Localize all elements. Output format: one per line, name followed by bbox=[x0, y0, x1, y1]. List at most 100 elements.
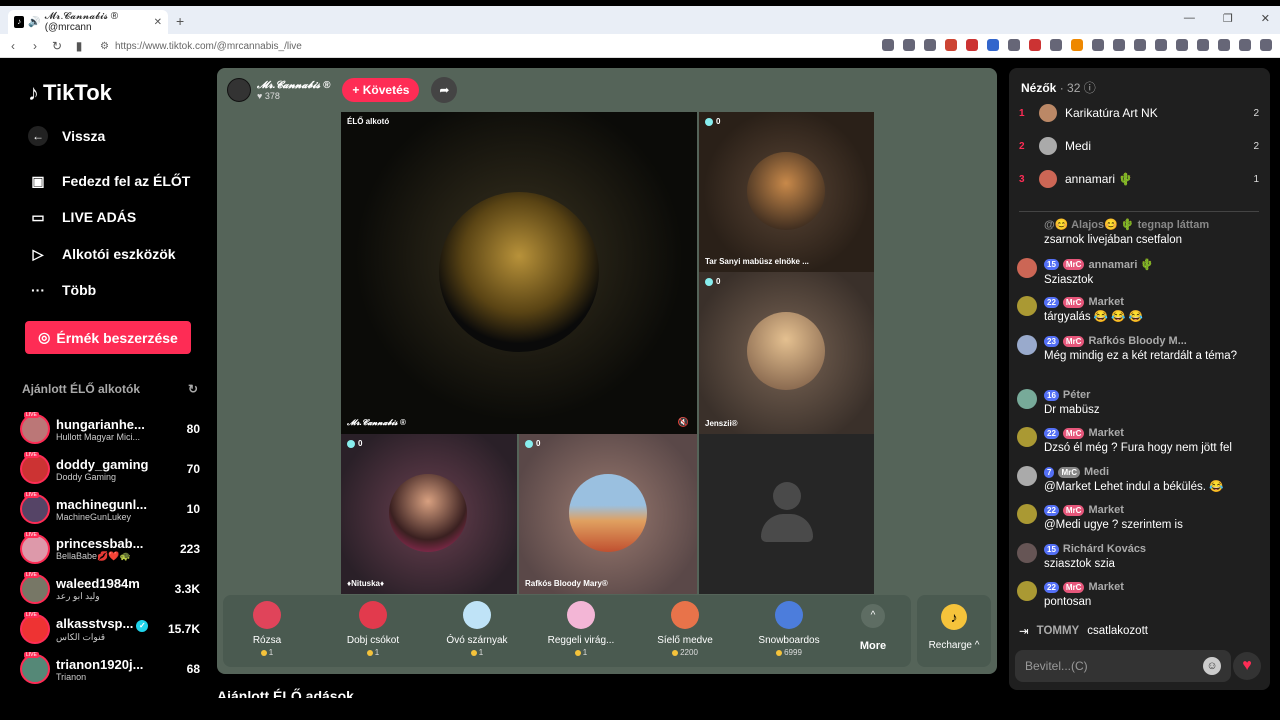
restore-icon[interactable]: ❐ bbox=[1223, 12, 1233, 25]
nav-live-broadcast[interactable]: ▭ LIVE ADÁS bbox=[28, 207, 136, 227]
creator-item[interactable]: LIVE trianon1920j... Trianon 68 bbox=[20, 651, 200, 687]
creator-item[interactable]: LIVE doddy_gaming Doddy Gaming 70 bbox=[20, 451, 200, 487]
minimize-icon[interactable]: — bbox=[1184, 12, 1195, 25]
gift-item[interactable]: Dobj csókot 1 bbox=[321, 601, 425, 657]
nav-explore-live[interactable]: ▣ Fedezd fel az ÉLŐT bbox=[28, 171, 190, 191]
host-name[interactable]: 𝓜𝓻.𝓒𝓪𝓷𝓷𝓪𝓫𝓲𝓼 ® bbox=[257, 80, 330, 91]
guest-video-tile[interactable]: 0 Tar Sanyi mabüsz elnöke ... bbox=[699, 112, 874, 272]
extension-icon[interactable] bbox=[1197, 39, 1209, 51]
gift-item[interactable]: Reggeli virág... 1 bbox=[529, 601, 633, 657]
share-icon[interactable]: ➦ bbox=[431, 77, 458, 103]
site-info-icon[interactable]: ⚙ bbox=[100, 41, 109, 52]
extension-icon[interactable] bbox=[1155, 39, 1167, 51]
chat-message[interactable]: 15 MrC annamari 🌵 Sziasztok bbox=[1017, 258, 1263, 288]
chat-message[interactable]: 22 MrC Market tárgyalás 😂 😂 😂 bbox=[1017, 296, 1263, 325]
extension-icon[interactable] bbox=[1092, 39, 1104, 51]
message-author: Richárd Kovács bbox=[1062, 543, 1147, 555]
creator-item[interactable]: LIVE princessbab... BellaBabe💋❤️🐢 223 bbox=[20, 531, 200, 567]
new-tab-icon[interactable]: + bbox=[176, 13, 184, 29]
menu-icon[interactable] bbox=[1260, 39, 1272, 51]
host-avatar[interactable] bbox=[227, 78, 251, 102]
emoji-icon[interactable]: ☺ bbox=[1203, 657, 1221, 675]
chat-message[interactable]: 15 Richárd Kovács sziasztok szia bbox=[1017, 543, 1263, 572]
forward-icon[interactable]: › bbox=[26, 39, 44, 53]
top-viewer-row[interactable]: 2 Medi 2 bbox=[1019, 135, 1259, 157]
extension-icon[interactable] bbox=[924, 39, 936, 51]
follow-button[interactable]: + Követés bbox=[342, 78, 420, 102]
gift-count-badge: 0 bbox=[705, 117, 720, 126]
gift-item[interactable]: Óvó szárnyak 1 bbox=[425, 601, 529, 657]
tab-close-icon[interactable]: ✕ bbox=[154, 17, 162, 28]
reload-icon[interactable]: ↻ bbox=[48, 39, 66, 53]
avatar bbox=[1039, 170, 1057, 188]
creator-item[interactable]: LIVE machinegunl... MachineGunLukey 10 bbox=[20, 491, 200, 527]
extension-icon[interactable] bbox=[1071, 39, 1083, 51]
tiktok-logo[interactable]: ♪ TikTok bbox=[28, 80, 112, 106]
tab-title: 𝓜𝓻.𝓒𝓪𝓷𝓷𝓪𝓫𝓲𝓼 ® (@mrcann bbox=[44, 11, 119, 33]
like-heart-icon[interactable]: ♥ bbox=[1233, 652, 1261, 680]
joined-text: csatlakozott bbox=[1087, 625, 1148, 637]
extension-icon[interactable] bbox=[882, 39, 894, 51]
chat-message[interactable]: 22 MrC Market @Medi ugye ? szerintem is bbox=[1017, 504, 1263, 533]
chat-message[interactable]: @😊 Alajos😊 🌵 tegnap láttam zsarnok livejá… bbox=[1017, 218, 1263, 248]
chat-panel: Nézők · 32 ⓘ 1 Karikatúra Art NK 2 2 Medi 2 … bbox=[1009, 68, 1270, 690]
back-nav[interactable]: ← Vissza bbox=[28, 126, 105, 146]
extension-icon[interactable] bbox=[987, 39, 999, 51]
extension-icon[interactable] bbox=[1134, 39, 1146, 51]
address-bar[interactable]: ⚙ https://www.tiktok.com/@mrcannabis_/li… bbox=[100, 38, 302, 54]
chat-input[interactable]: Bevitel...(C) ☺ bbox=[1015, 650, 1231, 682]
extension-icon[interactable] bbox=[1239, 39, 1251, 51]
extension-icon[interactable] bbox=[966, 39, 978, 51]
get-coins-button[interactable]: ◎ Érmék beszerzése bbox=[25, 321, 191, 354]
guest-video-tile[interactable]: 0 Jenszii® bbox=[699, 272, 874, 434]
arrow-left-icon: ← bbox=[28, 126, 48, 146]
message-text: @Medi ugye ? szerintem is bbox=[1044, 519, 1183, 531]
creator-item[interactable]: LIVE hungarianhe... Hullott Magyar Mici...… bbox=[20, 411, 200, 447]
chat-message[interactable]: 22 MrC Market pontosan bbox=[1017, 581, 1263, 610]
refresh-icon[interactable]: ↻ bbox=[188, 382, 198, 396]
creator-name: machinegunl... bbox=[56, 496, 148, 512]
extension-icon[interactable] bbox=[1008, 39, 1020, 51]
chat-message[interactable]: 22 MrC Market Dzsó él még ? Fura hogy nem j… bbox=[1017, 427, 1263, 456]
gift-item[interactable]: Snowboardos 6999 bbox=[737, 601, 841, 657]
browser-tab[interactable]: ♪ 🔊 𝓜𝓻.𝓒𝓪𝓷𝓷𝓪𝓫𝓲𝓼 ® (@mrcann ✕ bbox=[8, 10, 168, 34]
extension-icon[interactable] bbox=[1218, 39, 1230, 51]
guest-video-tile[interactable]: 0 ♦Nituska♦ bbox=[341, 434, 517, 594]
extension-icon[interactable] bbox=[1113, 39, 1125, 51]
chat-message[interactable]: 23 MrC Rafkós Bloody M... Még mindig ez a k… bbox=[1017, 335, 1263, 364]
nav-creator-tools[interactable]: ▷ Alkotói eszközök bbox=[28, 244, 176, 264]
sidebar: ♪ TikTok ← Vissza ▣ Fedezd fel az ÉLŐT ▭… bbox=[8, 58, 213, 698]
tiktok-favicon-icon: ♪ bbox=[14, 16, 25, 28]
close-window-icon[interactable]: ✕ bbox=[1261, 12, 1270, 25]
gift-name: Snowboardos bbox=[758, 635, 820, 646]
message-author: Medi bbox=[1084, 466, 1110, 478]
extension-icon[interactable] bbox=[1176, 39, 1188, 51]
creator-item[interactable]: LIVE alkasstvsp... ✓ قنوات الكاس 15.7K bbox=[20, 611, 200, 647]
nav-more[interactable]: ··· Több bbox=[28, 280, 96, 300]
help-icon[interactable]: ⓘ bbox=[1084, 81, 1096, 95]
coin-icon bbox=[366, 649, 373, 656]
back-icon[interactable]: ‹ bbox=[4, 39, 22, 53]
top-viewer-row[interactable]: 1 Karikatúra Art NK 2 bbox=[1019, 102, 1259, 124]
creator-name: alkasstvsp... bbox=[56, 615, 134, 631]
gift-item[interactable]: Rózsa 1 bbox=[215, 601, 319, 657]
message-text: Sziasztok bbox=[1044, 274, 1094, 286]
extension-icon[interactable] bbox=[903, 39, 915, 51]
more-gifts-button[interactable]: ^ More bbox=[860, 604, 886, 652]
extension-icon[interactable] bbox=[1029, 39, 1041, 51]
empty-seat-tile[interactable] bbox=[699, 434, 874, 594]
top-viewer-row[interactable]: 3 annamari 🌵 1 bbox=[1019, 168, 1259, 190]
extension-icon[interactable] bbox=[1050, 39, 1062, 51]
gift-count-badge: 0 bbox=[525, 439, 540, 448]
guest-video-tile[interactable]: 0 Rafkós Bloody Mary® bbox=[519, 434, 697, 594]
avatar: LIVE bbox=[20, 492, 50, 524]
extension-icon[interactable] bbox=[945, 39, 957, 51]
bookmark-icon[interactable]: ▮ bbox=[70, 39, 88, 53]
chat-message[interactable]: 7 MrC Medi @Market Lehet indul a békülés. 😂 bbox=[1017, 466, 1263, 495]
chat-message[interactable]: 16 Péter Dr mabüsz bbox=[1017, 389, 1263, 418]
main-video-tile[interactable]: ÉLŐ alkotó 𝓜𝓻.𝓒𝓪𝓷𝓷𝓪𝓫𝓲𝓼 ® 🔇 bbox=[341, 112, 697, 434]
creator-name: doddy_gaming bbox=[56, 456, 149, 472]
gift-item[interactable]: Síelő medve 2200 bbox=[633, 601, 737, 657]
creator-item[interactable]: LIVE waleed1984m وليد ابو رعد 3.3K bbox=[20, 571, 200, 607]
recharge-button[interactable]: ♪ Recharge ^ bbox=[917, 595, 991, 667]
